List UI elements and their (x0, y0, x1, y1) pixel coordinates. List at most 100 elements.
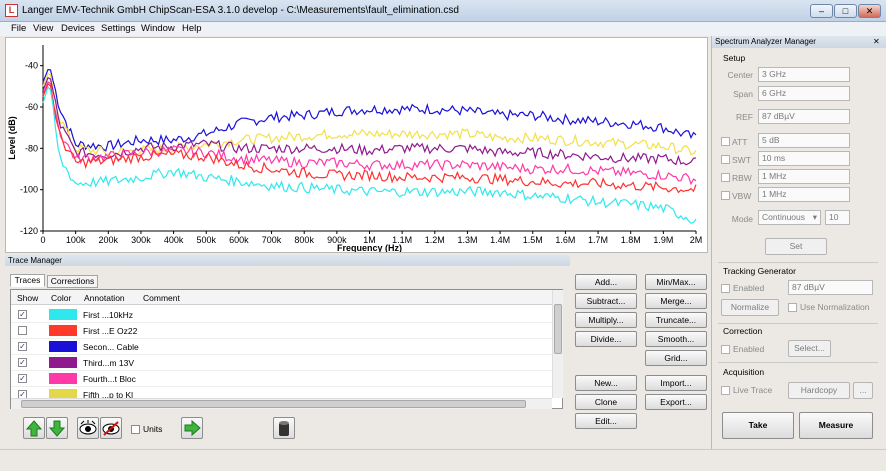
edit-button[interactable]: Edit... (575, 413, 637, 429)
annotation-cell[interactable]: Third...m 13V (83, 358, 134, 368)
move-up-button[interactable] (23, 417, 45, 439)
minimize-button[interactable]: – (810, 4, 833, 18)
color-swatch[interactable] (49, 341, 77, 352)
rbw-field[interactable]: 1 MHz (758, 169, 850, 184)
table-row[interactable]: ✓ Fourth...t Bloc (11, 371, 552, 387)
merge-button[interactable]: Merge... (645, 293, 707, 309)
use-normalization-label: Use Normalization (800, 302, 870, 312)
show-checkbox[interactable]: ✓ (18, 374, 27, 383)
tg-level-field[interactable]: 87 dBµV (788, 280, 873, 295)
menu-window[interactable]: Window (141, 23, 175, 34)
apply-button[interactable] (181, 417, 203, 439)
swt-field[interactable]: 10 ms (758, 151, 850, 166)
att-field[interactable]: 5 dB (758, 133, 850, 148)
normalize-button[interactable]: Normalize (721, 299, 779, 316)
divider (718, 362, 878, 363)
hardcopy-button[interactable]: Hardcopy (788, 382, 850, 399)
truncate-button[interactable]: Truncate... (645, 312, 707, 328)
center-field[interactable]: 3 GHz (758, 67, 850, 82)
subtract-button[interactable]: Subtract... (575, 293, 637, 309)
table-vertical-scrollbar[interactable] (552, 290, 563, 398)
add-button[interactable]: Add... (575, 274, 637, 290)
table-row[interactable]: ✓ First ...10kHz (11, 307, 552, 323)
show-checkbox[interactable] (18, 326, 27, 335)
traces-table: Show Color Annotation Comment ✓ First ...… (10, 289, 563, 409)
annotation-cell[interactable]: Fourth...t Bloc (83, 374, 136, 384)
show-all-button[interactable] (77, 417, 99, 439)
measure-button[interactable]: Measure (799, 412, 873, 439)
clone-button[interactable]: Clone (575, 394, 637, 410)
multiply-button[interactable]: Multiply... (575, 312, 637, 328)
maximize-button[interactable]: □ (834, 4, 857, 18)
table-horizontal-scrollbar[interactable] (11, 398, 552, 409)
x-tick-label: 1.4M (490, 235, 510, 245)
table-row[interactable]: ✓ Third...m 13V (11, 355, 552, 371)
title-bar: L Langer EMV-Technik GmbH ChipScan-ESA 3… (0, 0, 886, 22)
show-checkbox[interactable]: ✓ (18, 310, 27, 319)
show-checkbox[interactable]: ✓ (18, 358, 27, 367)
table-row[interactable]: ✓ Secon... Cable (11, 339, 552, 355)
annotation-cell[interactable]: First ...E Oz22 (83, 326, 137, 336)
hardcopy-options-button[interactable]: ... (853, 382, 873, 399)
take-button[interactable]: Take (722, 412, 794, 439)
divider (718, 262, 878, 263)
column-comment[interactable]: Comment (143, 293, 180, 303)
delete-button[interactable] (273, 417, 295, 439)
tab-traces[interactable]: Traces (10, 274, 45, 287)
ref-field[interactable]: 87 dBµV (758, 109, 850, 124)
x-tick-label: 400k (164, 235, 184, 245)
spectrum-chart[interactable]: -40 -60 -80 -100 -120 0 100k 200k 300k 400k 500k 60… (5, 37, 708, 253)
menu-view[interactable]: View (33, 23, 53, 34)
annotation-cell[interactable]: First ...10kHz (83, 310, 133, 320)
close-button[interactable]: ✕ (858, 4, 881, 18)
grid-button[interactable]: Grid... (645, 350, 707, 366)
export-button[interactable]: Export... (645, 394, 707, 410)
set-button[interactable]: Set (765, 238, 827, 255)
units-checkbox[interactable] (131, 425, 140, 434)
mode-count-field[interactable]: 10 (825, 210, 850, 225)
att-checkbox[interactable] (721, 137, 730, 146)
vbw-field[interactable]: 1 MHz (758, 187, 850, 202)
move-down-button[interactable] (46, 417, 68, 439)
color-swatch[interactable] (49, 325, 77, 336)
smooth-button[interactable]: Smooth... (645, 331, 707, 347)
spectrum-plot[interactable]: -40 -60 -80 -100 -1200 100k 200k 300k 400k 500k 60… (6, 38, 707, 253)
menu-devices[interactable]: Devices (61, 23, 95, 34)
correction-enabled-checkbox[interactable] (721, 345, 730, 354)
live-trace-label: Live Trace (733, 385, 773, 395)
column-annotation[interactable]: Annotation (84, 293, 125, 303)
mode-select[interactable]: Continuous ▾ (758, 210, 821, 225)
y-tick-label: -40 (25, 61, 38, 71)
column-color[interactable]: Color (51, 293, 71, 303)
x-tick-label: 1.2M (425, 235, 445, 245)
select-button[interactable]: Select... (788, 340, 831, 357)
window-title: Langer EMV-Technik GmbH ChipScan-ESA 3.1… (22, 5, 459, 16)
column-show[interactable]: Show (17, 293, 38, 303)
new-button[interactable]: New... (575, 375, 637, 391)
x-tick-label: 1.6M (555, 235, 575, 245)
x-tick-label: 800k (294, 235, 314, 245)
close-panel-icon[interactable]: ✕ (873, 37, 880, 46)
tab-corrections[interactable]: Corrections (47, 275, 98, 288)
color-swatch[interactable] (49, 357, 77, 368)
min-max-button[interactable]: Min/Max... (645, 274, 707, 290)
menu-settings[interactable]: Settings (101, 23, 135, 34)
divide-button[interactable]: Divide... (575, 331, 637, 347)
color-swatch[interactable] (49, 309, 77, 320)
menu-help[interactable]: Help (182, 23, 202, 34)
annotation-cell[interactable]: Secon... Cable (83, 342, 139, 352)
vbw-checkbox[interactable] (721, 191, 730, 200)
hide-all-button[interactable] (100, 417, 122, 439)
span-field[interactable]: 6 GHz (758, 86, 850, 101)
tg-enabled-checkbox[interactable] (721, 284, 730, 293)
import-button[interactable]: Import... (645, 375, 707, 391)
show-checkbox[interactable]: ✓ (18, 342, 27, 351)
live-trace-checkbox[interactable] (721, 386, 730, 395)
x-tick-label: 1.8M (621, 235, 641, 245)
swt-checkbox[interactable] (721, 155, 730, 164)
table-row[interactable]: First ...E Oz22 (11, 323, 552, 339)
use-normalization-checkbox[interactable] (788, 303, 797, 312)
color-swatch[interactable] (49, 373, 77, 384)
menu-file[interactable]: File (11, 23, 26, 34)
rbw-checkbox[interactable] (721, 173, 730, 182)
